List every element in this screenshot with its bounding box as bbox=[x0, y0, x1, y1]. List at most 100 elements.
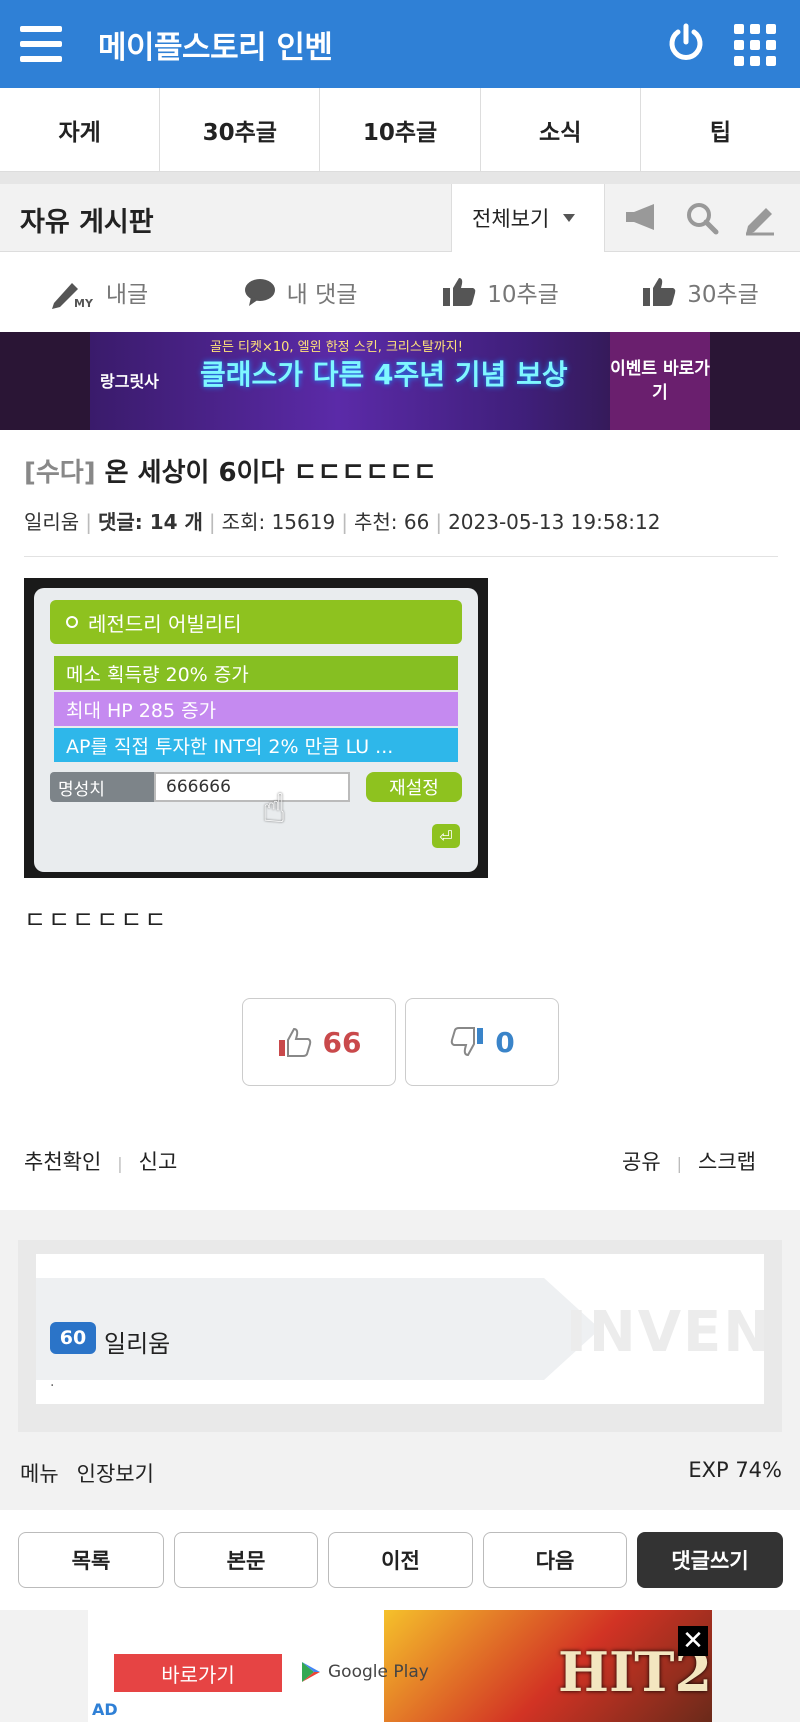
certificate-link[interactable]: 인장보기 bbox=[77, 1462, 154, 1486]
divider bbox=[24, 556, 778, 557]
exp-value: EXP 74% bbox=[688, 1458, 782, 1482]
ad-banner-headline: 클래스가 다른 4주년 기념 보상 bbox=[200, 358, 568, 391]
signature-text: . bbox=[50, 1374, 55, 1390]
board-header: 자유 게시판 전체보기 bbox=[0, 184, 800, 252]
thumbs-up-icon bbox=[278, 1027, 311, 1057]
ability-header: 레전드리 어빌리티 bbox=[50, 600, 462, 644]
close-icon[interactable]: ✕ bbox=[678, 1626, 708, 1656]
tab-tips[interactable]: 팁 bbox=[641, 88, 800, 171]
my-30-recommended-label: 30추글 bbox=[687, 282, 759, 308]
tab-news[interactable]: 소식 bbox=[481, 88, 641, 171]
ad-label: AD bbox=[92, 1700, 118, 1719]
author-name[interactable]: 일리움 bbox=[104, 1324, 170, 1359]
post-title: [수다] 온 세상이 6이다 ㄷㄷㄷㄷㄷㄷ bbox=[24, 452, 437, 489]
ad-banner-logo: 랑그릿사 bbox=[100, 372, 159, 391]
profile-menu-links: 메뉴 인장보기 bbox=[20, 1458, 172, 1488]
my-posts-link[interactable]: MY 내글 bbox=[0, 252, 200, 332]
my-10-recommended-label: 10추글 bbox=[487, 282, 559, 308]
thumbs-up-icon bbox=[643, 278, 676, 306]
list-button[interactable]: 목록 bbox=[18, 1532, 164, 1588]
caret-down-icon bbox=[563, 214, 576, 222]
post-actions-right: 공유 | 스크랩 bbox=[622, 1150, 756, 1174]
fame-label: 명성치 bbox=[50, 772, 154, 802]
post-title-text: 온 세상이 6이다 ㄷㄷㄷㄷㄷㄷ bbox=[104, 458, 437, 488]
author-signature-card: INVEN 60 일리움 . bbox=[36, 1254, 764, 1404]
my-30-recommended-link[interactable]: 30추글 bbox=[600, 252, 800, 332]
my-activity-row: MY 내글 내 댓글 10추글 30추글 bbox=[0, 252, 800, 332]
pencil-icon[interactable] bbox=[742, 200, 778, 236]
level-badge: 60 bbox=[50, 1322, 96, 1354]
prev-button[interactable]: 이전 bbox=[328, 1532, 473, 1588]
author-profile: INVEN 60 일리움 . bbox=[18, 1240, 782, 1432]
hamburger-menu-icon[interactable] bbox=[20, 26, 62, 62]
tab-10-recommended[interactable]: 10추글 bbox=[320, 88, 481, 171]
ad-banner-artwork[interactable]: 랑그릿사 골든 티켓×10, 엘윈 한정 스킨, 크리스탈까지! 클래스가 다른… bbox=[90, 332, 710, 430]
ad-banner-event-button[interactable]: 이벤트 바로가기 bbox=[610, 332, 710, 430]
back-arrow-icon: ⏎ bbox=[432, 824, 460, 848]
view-filter-select[interactable]: 전체보기 bbox=[451, 184, 605, 252]
post-category-tag: [수다] bbox=[24, 458, 96, 488]
board-title: 자유 게시판 bbox=[20, 207, 154, 238]
ability-option: 메소 획득량 20% 증가 bbox=[54, 656, 458, 690]
category-tabs: 자게 30추글 10추글 소식 팁 bbox=[0, 88, 800, 172]
ability-header-text: 레전드리 어빌리티 bbox=[88, 611, 242, 636]
fame-value: 666666 bbox=[154, 772, 350, 802]
my-10-recommended-link[interactable]: 10추글 bbox=[400, 252, 600, 332]
body-button[interactable]: 본문 bbox=[174, 1532, 318, 1588]
tab-free[interactable]: 자게 bbox=[0, 88, 161, 171]
inven-watermark: INVEN bbox=[566, 1300, 764, 1365]
post-author[interactable]: 일리움 bbox=[24, 510, 79, 534]
share-link[interactable]: 공유 bbox=[622, 1150, 661, 1174]
fame-row: 명성치 666666 재설정 bbox=[50, 772, 462, 802]
article: [수다] 온 세상이 6이다 ㄷㄷㄷㄷㄷㄷ 일리움 | 댓글: 14 개 | 조회: 1… bbox=[0, 430, 800, 1210]
svg-text:MY: MY bbox=[74, 297, 94, 309]
google-play-badge[interactable]: Google Play bbox=[300, 1660, 429, 1684]
upvote-button[interactable]: 66 bbox=[242, 998, 396, 1086]
post-body: ㄷㄷㄷㄷㄷㄷ bbox=[24, 906, 169, 934]
post-actions-left: 추천확인 | 신고 bbox=[24, 1150, 178, 1174]
report-link[interactable]: 신고 bbox=[139, 1150, 178, 1174]
profile-menu-row: 메뉴 인장보기 EXP 74% bbox=[0, 1450, 800, 1490]
thumbs-down-icon bbox=[451, 1027, 484, 1057]
write-comment-button[interactable]: 댓글쓰기 bbox=[637, 1532, 783, 1588]
downvote-count: 0 bbox=[495, 1025, 515, 1059]
post-datetime: 2023-05-13 19:58:12 bbox=[448, 510, 661, 534]
grid-apps-icon[interactable] bbox=[734, 24, 776, 66]
section-gap bbox=[0, 172, 800, 184]
recommend-check-link[interactable]: 추천확인 bbox=[24, 1150, 101, 1174]
post-navigation: 목록 본문 이전 다음 댓글쓰기 bbox=[0, 1510, 800, 1610]
post-comment-count[interactable]: 댓글: 14 개 bbox=[98, 510, 203, 534]
ability-window: 레전드리 어빌리티 메소 획득량 20% 증가 최대 HP 285 증가 AP를… bbox=[34, 588, 478, 872]
bottom-ad[interactable]: HIT2 바로가기 Google Play AD ✕ bbox=[88, 1610, 712, 1722]
pencil-my-icon: MY bbox=[51, 283, 94, 309]
post-recommend-count: 추천: 66 bbox=[353, 510, 430, 534]
my-comments-link[interactable]: 내 댓글 bbox=[200, 252, 400, 332]
ability-option: AP를 직접 투자한 INT의 2% 만큼 LU ... bbox=[54, 728, 458, 762]
ad-banner-subtitle: 골든 티켓×10, 엘윈 한정 스킨, 크리스탈까지! bbox=[210, 340, 463, 355]
app-header: 메이플스토리 인벤 bbox=[0, 0, 800, 88]
view-filter-label: 전체보기 bbox=[472, 207, 550, 231]
megaphone-icon[interactable] bbox=[624, 200, 660, 234]
downvote-button[interactable]: 0 bbox=[405, 998, 559, 1086]
app-title[interactable]: 메이플스토리 인벤 bbox=[98, 22, 333, 67]
my-posts-label: 내글 bbox=[105, 282, 149, 308]
search-icon[interactable] bbox=[684, 200, 720, 236]
ad-banner[interactable]: 랑그릿사 골든 티켓×10, 엘윈 한정 스킨, 크리스탈까지! 클래스가 다른… bbox=[0, 332, 800, 430]
google-play-icon bbox=[302, 1662, 320, 1682]
ad-go-button[interactable]: 바로가기 bbox=[114, 1654, 282, 1692]
upvote-count: 66 bbox=[322, 1025, 362, 1059]
speech-bubble-icon bbox=[244, 279, 275, 306]
power-icon[interactable] bbox=[666, 22, 706, 64]
post-meta: 일리움 | 댓글: 14 개 | 조회: 15619 | 추천: 66 | 2023-05-13… bbox=[24, 510, 661, 534]
thumbs-up-icon bbox=[443, 278, 476, 306]
tab-30-recommended[interactable]: 30추글 bbox=[160, 88, 321, 171]
google-play-label: Google Play bbox=[328, 1662, 429, 1682]
hand-cursor-icon: ☝ bbox=[262, 786, 287, 832]
scrap-link[interactable]: 스크랩 bbox=[698, 1150, 756, 1174]
ability-option: 최대 HP 285 증가 bbox=[54, 692, 458, 726]
my-comments-label: 내 댓글 bbox=[286, 282, 358, 308]
post-image[interactable]: 레전드리 어빌리티 메소 획득량 20% 증가 최대 HP 285 증가 AP를… bbox=[24, 578, 488, 878]
menu-link[interactable]: 메뉴 bbox=[20, 1462, 59, 1486]
ability-bullet-icon bbox=[66, 616, 78, 628]
next-button[interactable]: 다음 bbox=[483, 1532, 627, 1588]
